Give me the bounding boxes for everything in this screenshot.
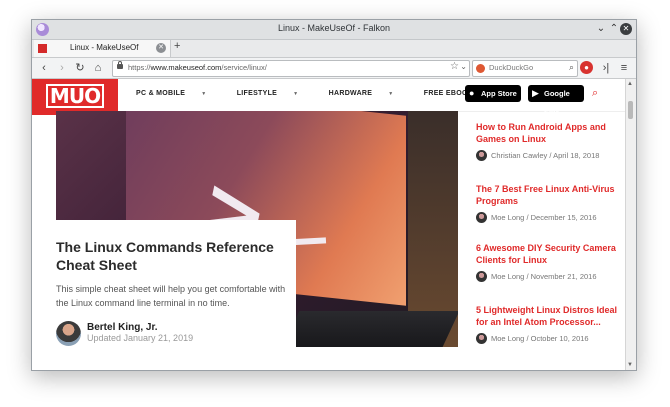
scroll-down-icon[interactable]: ▼: [627, 362, 633, 368]
scroll-up-icon[interactable]: ▲: [627, 81, 633, 87]
article-meta: Moe Long / October 10, 2016: [476, 333, 626, 345]
article-title[interactable]: 5 Lightweight Linux Distros Ideal for an…: [476, 304, 626, 328]
scrollbar-thumb[interactable]: [628, 101, 633, 119]
muo-logo[interactable]: MUO: [32, 79, 118, 115]
author-avatar: [476, 271, 487, 282]
adblock-icon[interactable]: ●: [580, 61, 593, 74]
minimize-icon[interactable]: ⌄: [594, 22, 608, 36]
featured-article-card[interactable]: The Linux Commands Reference Cheat Sheet…: [56, 220, 296, 347]
article-title[interactable]: 6 Awesome DIY Security Camera Clients fo…: [476, 242, 626, 266]
article-date: Updated January 21, 2019: [87, 333, 194, 343]
article-title[interactable]: How to Run Android Apps and Games on Lin…: [476, 121, 626, 145]
author-avatar: [476, 150, 487, 161]
nav-lifestyle[interactable]: LIFESTYLE ▼: [237, 90, 313, 97]
search-icon[interactable]: ⌕: [569, 62, 574, 73]
article-meta: Moe Long / November 21, 2016: [476, 271, 626, 283]
duckduckgo-icon: [476, 64, 485, 73]
home-icon[interactable]: ⌂: [90, 60, 106, 76]
search-placeholder: DuckDuckGo: [489, 63, 534, 72]
window-title: Linux - MakeUseOf - Falkon: [277, 23, 391, 33]
author-avatar: [476, 212, 487, 223]
web-page: MUO PC & MOBILE ▼ LIFESTYLE ▼ HARDWARE ▼ FR…: [32, 79, 626, 370]
play-icon: ▶: [532, 88, 539, 98]
reload-icon[interactable]: ↻: [72, 60, 88, 76]
list-item[interactable]: How to Run Android Apps and Games on Lin…: [476, 121, 626, 162]
muo-favicon-icon: [38, 44, 47, 53]
list-item[interactable]: 6 Awesome DIY Security Camera Clients fo…: [476, 242, 626, 283]
close-tab-icon[interactable]: ✕: [156, 43, 166, 53]
site-nav-menu: PC & MOBILE ▼ LIFESTYLE ▼ HARDWARE ▼ FREE E…: [136, 90, 492, 97]
sidebar-toggle-icon[interactable]: ›|: [598, 60, 614, 76]
forward-icon[interactable]: ›: [54, 60, 70, 76]
maximize-icon[interactable]: ⌃: [607, 22, 621, 36]
tab-linux-makeuseof[interactable]: Linux - MakeUseOf ✕: [34, 40, 171, 57]
author-avatar: [476, 333, 487, 344]
new-tab-icon[interactable]: +: [174, 40, 180, 52]
back-icon[interactable]: ‹: [36, 60, 52, 76]
list-item[interactable]: The 7 Best Free Linux Anti-Virus Program…: [476, 183, 626, 224]
search-bar[interactable]: DuckDuckGo ⌕: [472, 60, 578, 77]
lock-icon: [117, 61, 123, 69]
navigation-toolbar: ‹ › ↻ ⌂ https://www.makeuseof.com/servic…: [32, 58, 636, 79]
title-bar: Linux - MakeUseOf - Falkon ⌄ ⌃ ✕: [32, 20, 636, 40]
nav-pc-mobile[interactable]: PC & MOBILE ▼: [136, 90, 220, 97]
article-title[interactable]: The 7 Best Free Linux Anti-Virus Program…: [476, 183, 626, 207]
article-meta: Moe Long / December 15, 2016: [476, 212, 626, 224]
app-store-badge[interactable]: ● App Store: [465, 85, 521, 102]
browser-window: Linux - MakeUseOf - Falkon ⌄ ⌃ ✕ Linux -…: [31, 19, 637, 371]
apple-icon: ●: [469, 88, 475, 98]
url-bar[interactable]: https://www.makeuseof.com/service/linux/…: [112, 60, 470, 77]
featured-article-description: This simple cheat sheet will help you ge…: [56, 284, 286, 308]
list-item[interactable]: 5 Lightweight Linux Distros Ideal for an…: [476, 304, 626, 345]
vertical-scrollbar[interactable]: ▲ ▼: [625, 79, 636, 370]
keyboard: [282, 311, 458, 347]
author-name[interactable]: Bertel King, Jr.: [87, 322, 158, 333]
url-dropdown-icon[interactable]: ⌄: [460, 62, 467, 71]
site-search-icon[interactable]: ⌕: [592, 87, 598, 100]
tab-bar: Linux - MakeUseOf ✕ +: [32, 40, 636, 58]
url-text[interactable]: https://www.makeuseof.com/service/linux/: [128, 63, 267, 72]
menu-icon[interactable]: ≡: [616, 60, 632, 76]
author-avatar[interactable]: [56, 321, 81, 346]
bookmark-star-icon[interactable]: ☆: [450, 61, 459, 72]
site-header: MUO PC & MOBILE ▼ LIFESTYLE ▼ HARDWARE ▼ FR…: [32, 79, 626, 115]
close-window-icon[interactable]: ✕: [620, 23, 632, 35]
google-play-badge[interactable]: ▶ Google Play: [528, 85, 584, 115]
tab-label: Linux - MakeUseOf: [70, 43, 139, 52]
nav-hardware[interactable]: HARDWARE ▼: [329, 90, 408, 97]
featured-article-title[interactable]: The Linux Commands Reference Cheat Sheet: [56, 238, 288, 274]
article-meta: Christian Cawley / April 18, 2018: [476, 150, 626, 162]
